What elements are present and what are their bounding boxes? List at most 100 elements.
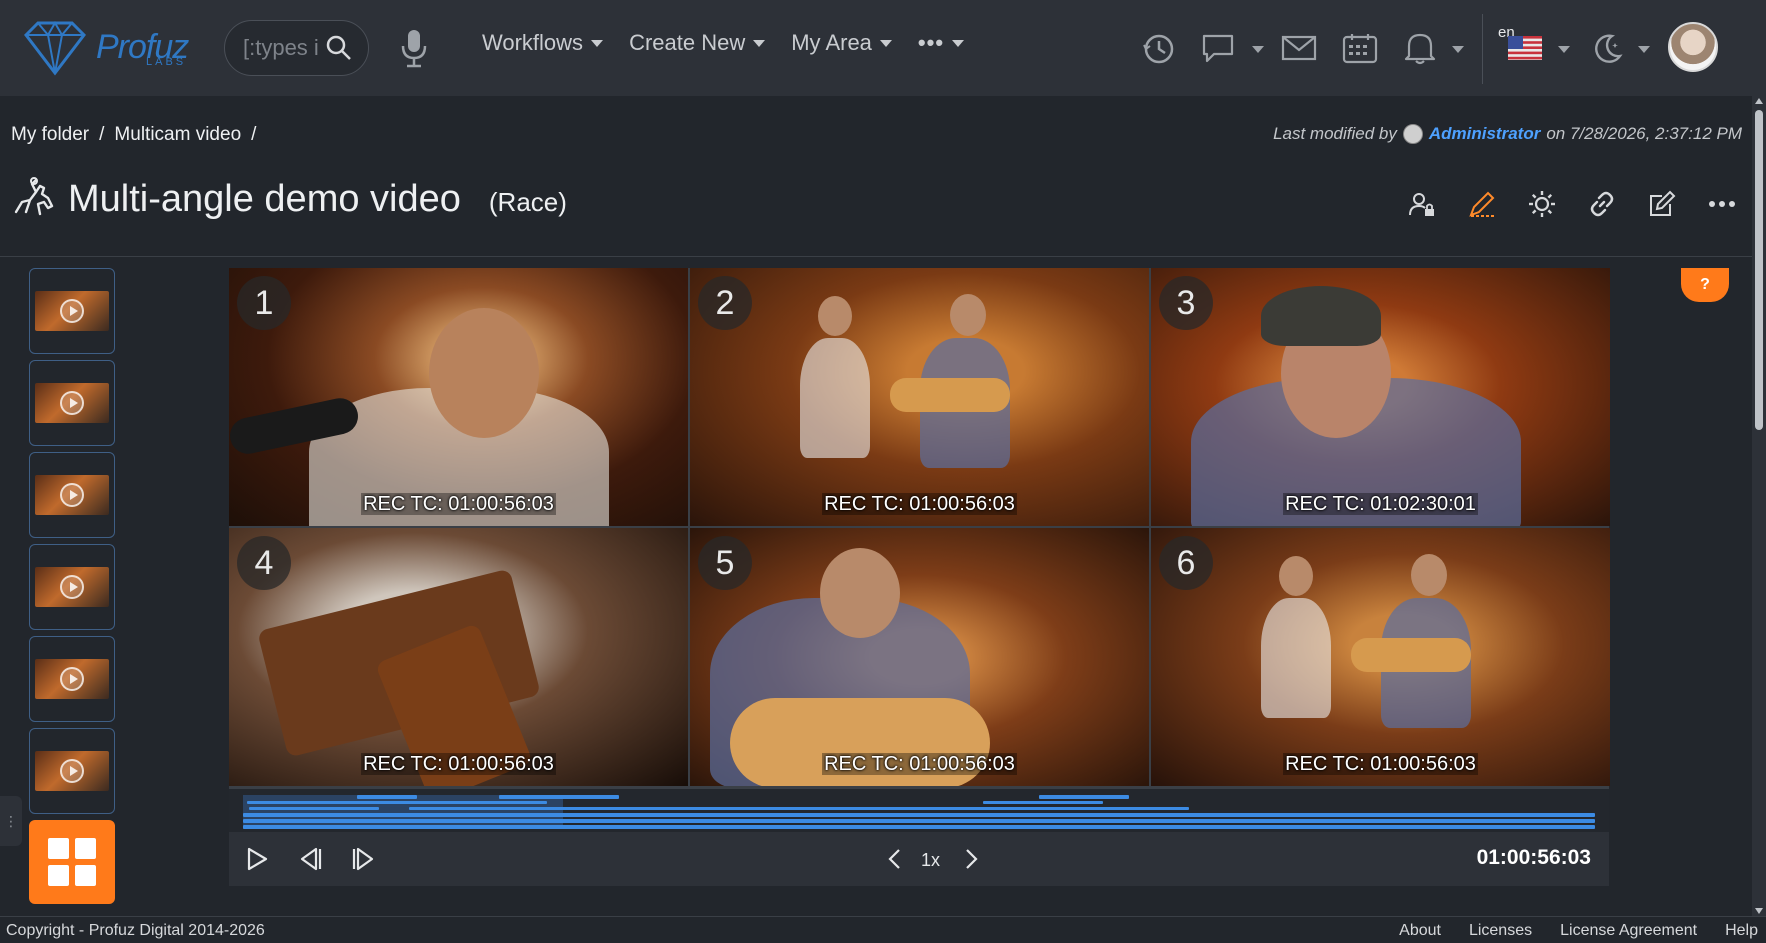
camera-view-6[interactable]: 6 REC TC: 01:00:56:03 [1151,528,1610,786]
timeline-track[interactable] [243,819,1595,823]
mail-icon[interactable] [1281,34,1317,62]
camera-view-3[interactable]: 3 REC TC: 01:02:30:01 [1151,268,1610,526]
breadcrumb-my-folder[interactable]: My folder [11,124,89,146]
edit-button[interactable] [1648,190,1676,218]
copyright-text: Copyright - Profuz Digital 2014-2026 [6,922,265,939]
nav-create-new[interactable]: Create New [629,30,766,56]
performer-shape [1261,598,1331,718]
settings-button[interactable] [1528,190,1556,218]
chevron-down-icon[interactable] [1252,46,1264,53]
theme-moon-icon[interactable] [1590,32,1624,66]
link-icon [1590,191,1614,217]
next-frame-button[interactable] [351,846,375,872]
nav-my-area[interactable]: My Area [791,30,892,56]
chevron-down-icon[interactable] [1558,46,1570,53]
grid-view-button[interactable] [29,820,115,904]
breadcrumb-multicam-video[interactable]: Multicam video [114,124,241,146]
permissions-button[interactable] [1408,190,1436,218]
microphone-icon[interactable] [400,28,428,68]
rec-timecode-text: REC TC: 01:00:56:03 [822,753,1017,775]
play-icon [247,847,268,871]
pencil-edit-icon [1650,190,1676,216]
search-icon[interactable] [326,35,352,61]
footer-link-licenses[interactable]: Licenses [1469,922,1532,940]
history-clock-icon[interactable] [1142,32,1176,66]
edit-style-button[interactable] [1468,190,1496,218]
camera-view-2[interactable]: 2 REC TC: 01:00:56:03 [690,268,1149,526]
rec-timecode: REC TC: 01:00:56:03 [1151,753,1610,776]
diamond-logo-icon [24,21,86,76]
scrollbar-thumb[interactable] [1755,110,1763,430]
user-avatar[interactable] [1668,22,1718,72]
help-button[interactable]: ? [1681,268,1729,302]
camera-view-5[interactable]: 5 REC TC: 01:00:56:03 [690,528,1149,786]
modifier-user-link[interactable]: Administrator [1429,124,1540,144]
footer-link-about[interactable]: About [1399,922,1441,940]
camera-number: 4 [237,536,291,590]
more-actions-button[interactable] [1708,190,1736,218]
brush-edit-icon [1469,191,1495,217]
rec-timecode: REC TC: 01:02:30:01 [1151,493,1610,516]
copy-link-button[interactable] [1588,190,1616,218]
chevron-right-icon [966,849,978,869]
slower-button[interactable] [887,848,903,870]
timeline-clip[interactable] [1039,795,1129,799]
search-input[interactable] [243,35,323,61]
previous-frame-button[interactable] [299,846,323,872]
camera-thumbnail-3[interactable] [29,452,115,538]
camera-thumbnail-6[interactable] [29,728,115,814]
main-nav: Workflows Create New My Area ••• [482,30,990,56]
video-thumbnail [35,567,109,607]
side-panel-handle[interactable]: ⋮ [0,796,22,846]
timeline-clip[interactable] [247,801,547,804]
more-dots-icon: ••• [917,30,945,55]
nav-workflows-label: Workflows [482,30,584,55]
camera-thumbnail-5[interactable] [29,636,115,722]
timeline-track[interactable] [243,825,1595,829]
more-dots-icon [1709,201,1735,207]
nav-workflows[interactable]: Workflows [482,30,604,56]
notification-bell-icon[interactable] [1403,30,1437,66]
timeline-track[interactable] [243,813,1595,817]
timeline-clip[interactable] [249,807,379,810]
scroll-up-arrow-icon[interactable] [1755,98,1763,104]
performer-head [820,548,900,638]
camera-thumbnail-1[interactable] [29,268,115,354]
scroll-down-arrow-icon[interactable] [1755,908,1763,914]
footer-link-help[interactable]: Help [1725,922,1758,940]
rec-timecode-text: REC TC: 01:00:56:03 [822,493,1017,515]
item-actions [1408,190,1736,218]
search-box[interactable] [224,20,369,76]
chat-bubble-icon[interactable] [1200,32,1240,66]
multicam-timeline[interactable] [229,788,1609,832]
faster-button[interactable] [963,848,979,870]
timeline-clip[interactable] [409,807,1189,810]
play-button[interactable] [245,846,269,872]
us-flag-icon[interactable] [1508,36,1542,60]
timeline-clip[interactable] [983,801,1103,804]
page-scrollbar[interactable] [1752,96,1766,916]
rec-timecode-text: REC TC: 01:00:56:03 [1283,753,1478,775]
timeline-clip[interactable] [499,795,619,799]
play-circle-icon [60,759,84,783]
rec-timecode-text: REC TC: 01:02:30:01 [1283,493,1478,515]
timeline-clip[interactable] [357,795,417,799]
camera-thumbnail-4[interactable] [29,544,115,630]
profuz-logo[interactable]: Profuz LABS [20,16,190,78]
chevron-down-icon[interactable] [1638,46,1650,53]
camera-thumbnail-2[interactable] [29,360,115,446]
modifier-avatar [1402,124,1423,144]
camera-view-4[interactable]: 4 REC TC: 01:00:56:03 [229,528,688,786]
camera-number: 5 [698,536,752,590]
top-navbar: Profuz LABS Workflows Create New My Area… [0,0,1766,96]
calendar-icon[interactable] [1342,32,1378,64]
multicam-player: 1 REC TC: 01:00:56:03 2 REC TC: 01:00:56… [229,268,1610,886]
rec-timecode: REC TC: 01:00:56:03 [690,753,1149,776]
video-thumbnail [35,383,109,423]
camera-view-1[interactable]: 1 REC TC: 01:00:56:03 [229,268,688,526]
chevron-down-icon[interactable] [1452,46,1464,53]
nav-more[interactable]: ••• [917,30,965,56]
footer: Copyright - Profuz Digital 2014-2026 Abo… [0,916,1766,943]
footer-link-license-agreement[interactable]: License Agreement [1560,922,1697,940]
gear-icon [1529,191,1555,217]
